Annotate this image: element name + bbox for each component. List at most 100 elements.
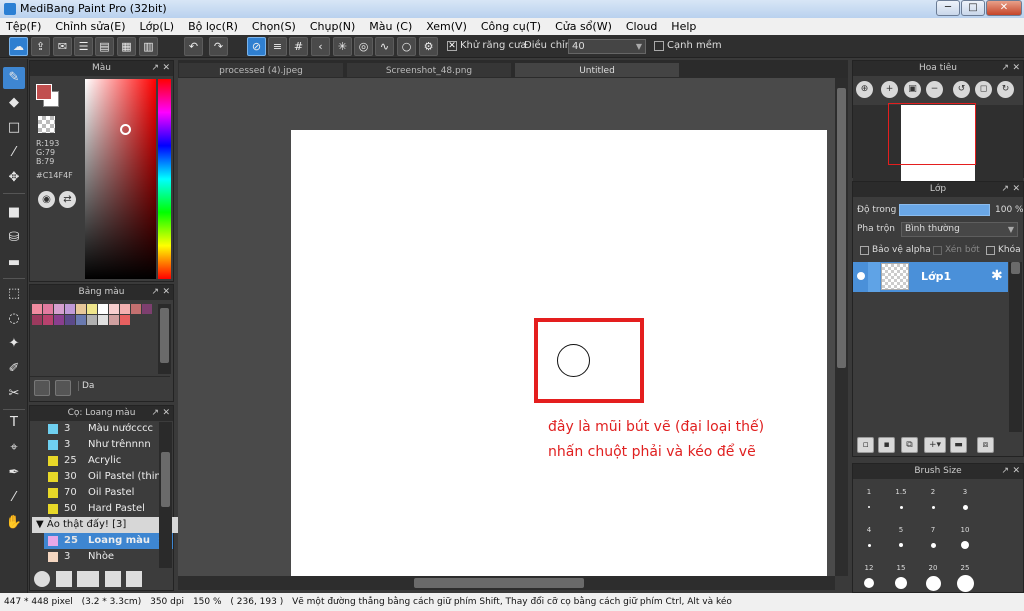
- canvas-vertical-scrollbar[interactable]: [835, 78, 848, 576]
- palette-swatch[interactable]: [76, 315, 86, 325]
- rotate-right-icon[interactable]: ↻: [997, 81, 1014, 98]
- new-palette-icon[interactable]: [34, 380, 50, 396]
- snap-grid-icon[interactable]: #: [289, 37, 308, 56]
- brush-item-selected[interactable]: 25Loang màu✱: [44, 533, 173, 549]
- saturation-value-field[interactable]: [85, 79, 156, 279]
- menu-layer[interactable]: Lớp(L): [140, 20, 175, 33]
- clipping-checkbox[interactable]: [933, 246, 942, 255]
- menu-view[interactable]: Xem(V): [426, 20, 467, 33]
- undock-icon[interactable]: ↗: [151, 285, 159, 300]
- brush-size-dot[interactable]: [867, 543, 871, 547]
- magic-wand-tool-icon[interactable]: ✦: [3, 333, 25, 355]
- menu-select[interactable]: Chọn(S): [252, 20, 296, 33]
- palette-swatch[interactable]: [54, 304, 64, 314]
- palette-swatch[interactable]: [87, 315, 97, 325]
- canvas-horizontal-scrollbar[interactable]: [178, 576, 835, 590]
- gear-icon[interactable]: ✱: [991, 268, 1003, 284]
- palette-swatch[interactable]: [142, 304, 152, 314]
- brush-item[interactable]: 25 Acrylic: [44, 453, 173, 469]
- redo-icon[interactable]: ↷: [209, 37, 228, 56]
- tab-untitled[interactable]: Untitled: [514, 62, 680, 78]
- undo-icon[interactable]: ↶: [184, 37, 203, 56]
- brush-size-dot[interactable]: [930, 542, 936, 548]
- lasso-tool-icon[interactable]: ◌: [3, 308, 25, 330]
- lock-checkbox[interactable]: [986, 246, 995, 255]
- operation-tool-icon[interactable]: ⌖: [3, 437, 25, 459]
- foreground-color-swatch[interactable]: [36, 84, 52, 100]
- palette-swatch[interactable]: [87, 304, 97, 314]
- brush-size-dot[interactable]: [864, 578, 874, 588]
- add-layer-menu-icon[interactable]: +▾: [924, 437, 946, 453]
- undock-icon[interactable]: ↗: [151, 406, 159, 421]
- snap-curve-icon[interactable]: ∿: [375, 37, 394, 56]
- menu-edit[interactable]: Chỉnh sửa(E): [55, 20, 125, 33]
- eraser-tool-icon[interactable]: ◆: [3, 92, 25, 114]
- palette-swatch[interactable]: [54, 315, 64, 325]
- delete-palette-icon[interactable]: [55, 380, 71, 396]
- zoom-out-icon[interactable]: −: [926, 81, 943, 98]
- close-icon[interactable]: ✕: [162, 61, 170, 76]
- eyedropper-tool-icon[interactable]: ⁄: [3, 487, 25, 509]
- merge-layer-icon[interactable]: ⧈: [977, 437, 994, 453]
- snap-radial-icon[interactable]: ✳: [333, 37, 352, 56]
- palette-icon[interactable]: ◉: [38, 191, 55, 208]
- maximize-button[interactable]: □: [961, 0, 985, 16]
- palette-swatch[interactable]: [65, 304, 75, 314]
- canvas-area[interactable]: đây là mũi bút vẽ (đại loại thế) nhấn ch…: [178, 78, 835, 576]
- scroll-thumb[interactable]: [161, 452, 170, 507]
- drawing-paper[interactable]: đây là mũi bút vẽ (đại loại thế) nhấn ch…: [291, 130, 827, 576]
- brush-size-dot[interactable]: [961, 541, 969, 549]
- undock-icon[interactable]: ↗: [1001, 464, 1009, 479]
- palette-scrollbar[interactable]: [158, 304, 171, 374]
- brush-scrollbar[interactable]: [159, 422, 172, 568]
- palette-swatch[interactable]: [120, 315, 130, 325]
- layer-scrollbar[interactable]: [1009, 262, 1022, 432]
- brush-item[interactable]: 50 Hard Pastel: [44, 501, 173, 517]
- brush-size-dot[interactable]: [962, 504, 968, 510]
- grid-icon[interactable]: ▥: [139, 37, 158, 56]
- scroll-thumb[interactable]: [160, 308, 169, 363]
- brush-size-dot[interactable]: [868, 506, 870, 508]
- brush-item[interactable]: 3 Màu nướcccc: [44, 421, 173, 437]
- pen-tool-icon[interactable]: ✒: [3, 462, 25, 484]
- color-picker-ring[interactable]: [120, 124, 131, 135]
- chat-icon[interactable]: ☰: [74, 37, 93, 56]
- select-pen-tool-icon[interactable]: ✐: [3, 358, 25, 380]
- undock-icon[interactable]: ↗: [1001, 61, 1009, 76]
- hand-tool-icon[interactable]: ✋: [3, 512, 25, 534]
- snap-settings-icon[interactable]: ⚙: [419, 37, 438, 56]
- palette-swatch[interactable]: [98, 304, 108, 314]
- cloud-brush-icon[interactable]: [34, 571, 50, 587]
- share-icon[interactable]: ⇪: [31, 37, 50, 56]
- rotate-left-icon[interactable]: ↺: [953, 81, 970, 98]
- zoom-in-icon[interactable]: +: [881, 81, 898, 98]
- new-halftone-layer-icon[interactable]: ▪: [878, 437, 895, 453]
- select-eraser-tool-icon[interactable]: ✂: [3, 383, 25, 405]
- menu-help[interactable]: Help: [671, 20, 696, 33]
- rectangle-tool-icon[interactable]: □: [3, 117, 25, 139]
- palette-swatch[interactable]: [131, 304, 141, 314]
- palette-swatch[interactable]: [109, 304, 119, 314]
- palette-swatch[interactable]: [76, 304, 86, 314]
- select-rect-tool-icon[interactable]: ⬚: [3, 283, 25, 305]
- snap-ellipse-icon[interactable]: ○: [397, 37, 416, 56]
- layer-item[interactable]: Lớp1 ✱: [853, 262, 1008, 292]
- bucket-tool-icon[interactable]: ⛁: [3, 227, 25, 249]
- dot-tool-icon[interactable]: ⁄: [3, 142, 25, 164]
- snap-vanish-icon[interactable]: ‹: [311, 37, 330, 56]
- brush-item[interactable]: 70 Oil Pastel: [44, 485, 173, 501]
- palette-swatch[interactable]: [32, 315, 42, 325]
- menu-filter[interactable]: Bộ lọc(R): [188, 20, 238, 33]
- navigator-view-frame[interactable]: [888, 103, 976, 165]
- new-layer-icon[interactable]: ▫: [857, 437, 874, 453]
- palette-swatch[interactable]: [98, 315, 108, 325]
- undock-icon[interactable]: ↗: [151, 61, 159, 76]
- brush-size-dot[interactable]: [895, 577, 907, 589]
- palette-swatch[interactable]: [43, 315, 53, 325]
- close-icon[interactable]: ✕: [1012, 182, 1020, 197]
- page-icon[interactable]: ▤: [95, 37, 114, 56]
- add-brush-icon[interactable]: [77, 571, 99, 587]
- folder-icon[interactable]: [126, 571, 142, 587]
- cloud-icon[interactable]: ☁: [9, 37, 28, 56]
- brush-item[interactable]: 3 Nhòe: [44, 549, 173, 565]
